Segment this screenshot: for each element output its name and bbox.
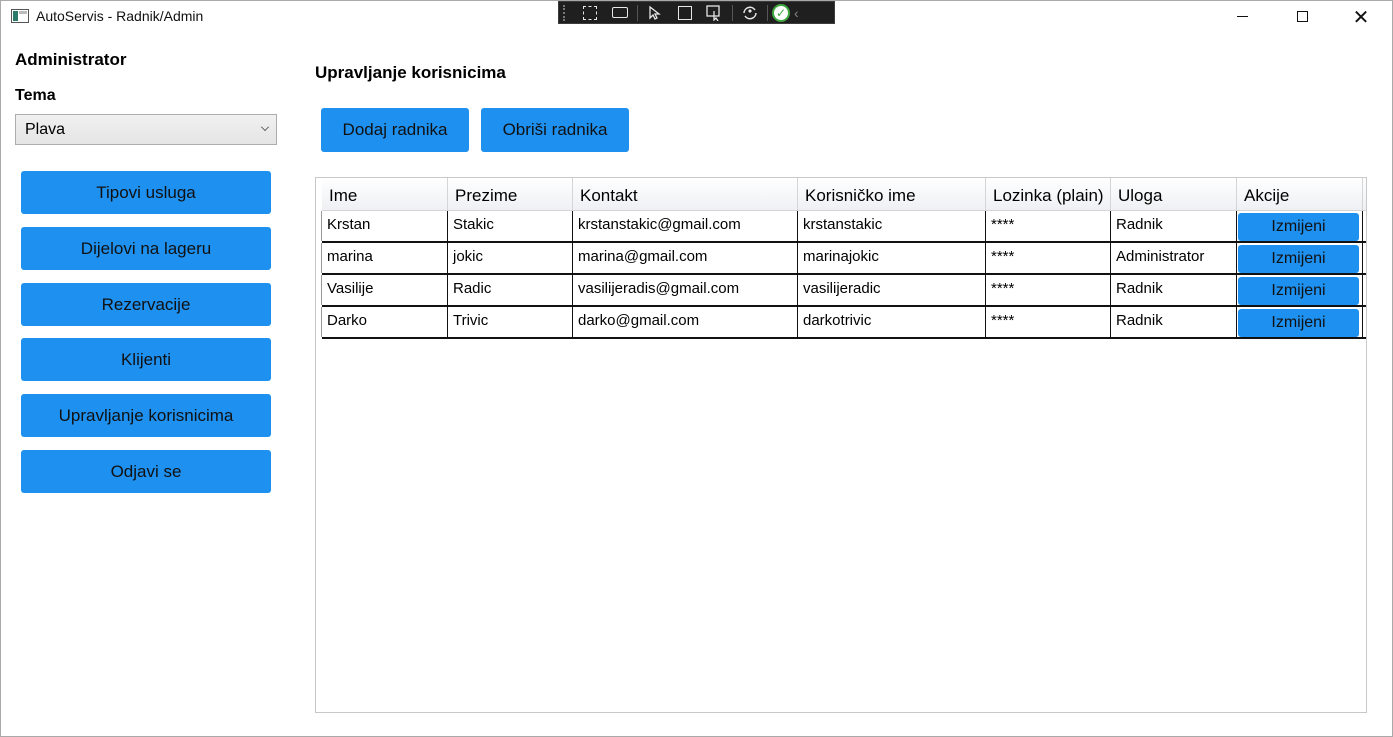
minimize-icon	[1236, 16, 1248, 17]
cell-prezime: jokic	[448, 243, 573, 273]
edit-button[interactable]: Izmijeni	[1238, 309, 1359, 337]
cell-akcije: Izmijeni	[1237, 211, 1363, 241]
hot-reload-icon[interactable]	[737, 3, 763, 23]
cell-akcije: Izmijeni	[1237, 243, 1363, 273]
maximize-icon	[1296, 11, 1308, 22]
logout-button[interactable]: Odjavi se	[21, 450, 271, 493]
cell-lozinka: ****	[986, 243, 1111, 273]
cell-ime: marina	[322, 243, 448, 273]
table-row[interactable]: Krstan Stakic krstanstakic@gmail.com krs…	[321, 211, 1366, 243]
cell-kontakt: vasilijeradis@gmail.com	[573, 275, 798, 305]
cell-korisnicko-ime: krstanstakic	[798, 211, 986, 241]
nav-button-rezervacije[interactable]: Rezervacije	[21, 283, 271, 326]
cell-akcije: Izmijeni	[1237, 275, 1363, 305]
column-header-korisnicko-ime[interactable]: Korisničko ime	[798, 178, 986, 211]
cell-uloga: Radnik	[1111, 211, 1237, 241]
app-window: AutoServis - Radnik/Admin ✕ ✓ ‹ Administ…	[0, 0, 1393, 737]
nav-button-dijelovi-na-lageru[interactable]: Dijelovi na lageru	[21, 227, 271, 270]
cell-uloga: Radnik	[1111, 307, 1237, 337]
cell-korisnicko-ime: marinajokic	[798, 243, 986, 273]
column-header-lozinka[interactable]: Lozinka (plain)	[986, 178, 1111, 211]
cell-uloga: Radnik	[1111, 275, 1237, 305]
table-row[interactable]: marina jokic marina@gmail.com marinajoki…	[321, 243, 1366, 275]
column-header-prezime[interactable]: Prezime	[448, 178, 573, 211]
table-header: Ime Prezime Kontakt Korisničko ime Lozin…	[322, 178, 1366, 211]
edit-button[interactable]: Izmijeni	[1238, 277, 1359, 305]
table-row[interactable]: Vasilije Radic vasilijeradis@gmail.com v…	[321, 275, 1366, 307]
chevron-down-icon	[261, 123, 269, 131]
cell-lozinka: ****	[986, 275, 1111, 305]
cell-lozinka: ****	[986, 307, 1111, 337]
maximize-button[interactable]	[1279, 1, 1325, 32]
toolbar-grip-icon[interactable]	[563, 4, 569, 21]
page-title: Upravljanje korisnicima	[315, 63, 506, 82]
cell-kontakt: krstanstakic@gmail.com	[573, 211, 798, 241]
edit-button[interactable]: Izmijeni	[1238, 213, 1359, 241]
table-row[interactable]: Darko Trivic darko@gmail.com darkotrivic…	[321, 307, 1366, 339]
column-header-akcije[interactable]: Akcije	[1237, 178, 1363, 211]
theme-select[interactable]: Plava	[15, 114, 277, 145]
add-worker-button[interactable]: Dodaj radnika	[321, 108, 469, 152]
cell-ime: Darko	[322, 307, 448, 337]
theme-label: Tema	[15, 87, 56, 104]
cell-kontakt: darko@gmail.com	[573, 307, 798, 337]
debug-toolbar: ✓ ‹	[558, 1, 835, 24]
close-icon: ✕	[1352, 4, 1370, 29]
frame-icon[interactable]	[672, 3, 698, 23]
theme-select-value: Plava	[25, 120, 66, 138]
cell-kontakt: marina@gmail.com	[573, 243, 798, 273]
users-table[interactable]: Ime Prezime Kontakt Korisničko ime Lozin…	[315, 177, 1367, 713]
select-element-icon[interactable]	[577, 3, 603, 23]
cell-korisnicko-ime: darkotrivic	[798, 307, 986, 337]
window-title: AutoServis - Radnik/Admin	[36, 8, 204, 24]
column-header-kontakt[interactable]: Kontakt	[573, 178, 798, 211]
column-header-ime[interactable]: Ime	[322, 178, 448, 211]
delete-worker-button[interactable]: Obriši radnika	[481, 108, 629, 152]
track-focus-icon[interactable]	[702, 3, 728, 23]
check-icon[interactable]: ✓	[772, 3, 790, 22]
record-icon[interactable]	[607, 3, 633, 23]
toolbar-divider	[637, 4, 638, 21]
collapse-chevron-icon[interactable]: ‹	[794, 5, 799, 21]
edit-button[interactable]: Izmijeni	[1238, 245, 1359, 273]
cell-korisnicko-ime: vasilijeradic	[798, 275, 986, 305]
cell-prezime: Stakic	[448, 211, 573, 241]
nav-button-upravljanje-korisnicima[interactable]: Upravljanje korisnicima	[21, 394, 271, 437]
cell-lozinka: ****	[986, 211, 1111, 241]
cell-uloga: Administrator	[1111, 243, 1237, 273]
column-header-uloga[interactable]: Uloga	[1111, 178, 1237, 211]
cell-akcije: Izmijeni	[1237, 307, 1363, 337]
nav-button-tipovi-usluga[interactable]: Tipovi usluga	[21, 171, 271, 214]
toolbar-divider	[767, 4, 768, 21]
nav-button-klijenti[interactable]: Klijenti	[21, 338, 271, 381]
cell-prezime: Trivic	[448, 307, 573, 337]
close-button[interactable]: ✕	[1338, 1, 1384, 32]
role-label: Administrator	[15, 50, 127, 69]
cell-ime: Vasilije	[322, 275, 448, 305]
pointer-icon[interactable]	[642, 3, 668, 23]
cell-ime: Krstan	[322, 211, 448, 241]
minimize-button[interactable]	[1219, 1, 1265, 32]
app-icon	[11, 9, 29, 23]
cell-prezime: Radic	[448, 275, 573, 305]
toolbar-divider	[732, 4, 733, 21]
